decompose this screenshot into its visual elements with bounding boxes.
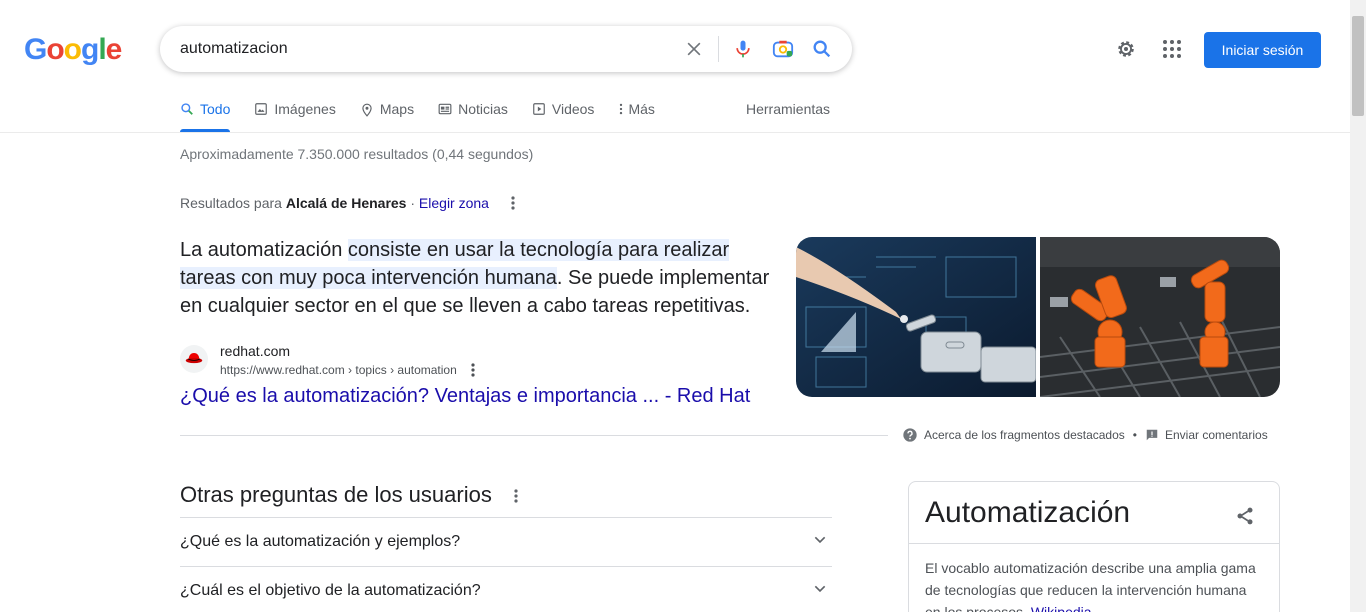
location-more-icon[interactable] xyxy=(506,194,520,212)
paa-question-text: ¿Cuál es el objetivo de la automatizació… xyxy=(180,582,481,599)
clear-icon[interactable] xyxy=(682,37,706,61)
microphone-icon[interactable] xyxy=(731,37,755,61)
tools-button[interactable]: Herramientas xyxy=(746,101,830,117)
snippet-text: La automatización xyxy=(180,239,348,261)
paa-more-icon[interactable] xyxy=(509,487,523,505)
send-feedback-link[interactable]: Enviar comentarios xyxy=(1145,428,1268,442)
help-icon xyxy=(903,428,917,442)
paa-question[interactable]: ¿Cuál es el objetivo de la automatizació… xyxy=(180,566,832,612)
paa-question[interactable]: ¿Qué es la automatización y ejemplos? xyxy=(180,517,832,566)
chevron-down-icon xyxy=(814,585,826,593)
tab-label: Noticias xyxy=(458,101,508,117)
logo-letter: G xyxy=(24,33,47,66)
knowledge-panel: Automatización El vocablo automatización… xyxy=(908,481,1280,612)
knowledge-panel-divider xyxy=(909,543,1279,544)
image-icon xyxy=(255,103,268,115)
chevron-down-icon xyxy=(814,536,826,544)
tab-label: Todo xyxy=(200,101,231,117)
location-prefix: Resultados para xyxy=(180,195,286,211)
feedback-icon xyxy=(1146,429,1158,441)
snippet-divider xyxy=(180,435,888,436)
feedback-label: Enviar comentarios xyxy=(1164,428,1268,442)
result-title-link[interactable]: ¿Qué es la automatización? Ventajas e im… xyxy=(180,385,750,408)
logo-letter: l xyxy=(98,33,106,66)
meta-bullet: • xyxy=(1132,428,1137,442)
paa-question-text: ¿Qué es la automatización y ejemplos? xyxy=(180,533,461,550)
location-place: Alcalá de Henares xyxy=(285,195,407,211)
result-stats: Aproximadamente 7.350.000 resultados (0,… xyxy=(180,146,534,162)
logo-letter: o xyxy=(63,33,82,66)
tab-more[interactable]: Más xyxy=(618,98,655,132)
logo-letter: o xyxy=(46,33,64,66)
logo-letter: g xyxy=(81,33,99,66)
tab-label: Maps xyxy=(379,101,415,117)
featured-snippet-text: La automatización consiste en usar la te… xyxy=(180,236,785,320)
camera-lens-icon[interactable] xyxy=(771,37,795,61)
location-line: Resultados para Alcalá de Henares · Eleg… xyxy=(180,195,489,211)
location-separator: · xyxy=(406,195,419,211)
about-featured-label: Acerca de los fragmentos destacados xyxy=(924,428,1125,442)
header-divider xyxy=(0,132,1350,133)
tab-videos[interactable]: Videos xyxy=(532,98,595,132)
google-logo[interactable]: Google xyxy=(24,33,123,67)
settings-gear-icon[interactable] xyxy=(1114,37,1138,61)
source-site-name[interactable]: redhat.com xyxy=(220,343,290,359)
scrollbar-thumb[interactable] xyxy=(1352,16,1364,116)
redhat-favicon-icon[interactable] xyxy=(180,345,208,373)
tab-images[interactable]: Imágenes xyxy=(254,98,336,132)
people-also-ask-title: Otras preguntas de los usuarios xyxy=(180,482,492,507)
knowledge-panel-description: El vocablo automatización describe una a… xyxy=(925,557,1265,612)
more-vert-icon xyxy=(620,103,623,115)
featured-image-robot-arms[interactable] xyxy=(1040,237,1280,397)
wikipedia-link[interactable]: Wikipedia xyxy=(1031,604,1092,612)
tab-label: Imágenes xyxy=(274,101,336,117)
tab-label: Más xyxy=(628,101,655,117)
knowledge-panel-title: Automatización xyxy=(925,496,1131,529)
about-featured-snippets-link[interactable]: Acerca de los fragmentos destacados xyxy=(902,427,1125,443)
search-tabs: Todo Imágenes Maps Noticias Videos Más xyxy=(180,98,679,132)
apps-grid-icon[interactable] xyxy=(1160,37,1184,61)
choose-area-link[interactable]: Elegir zona xyxy=(419,195,489,211)
map-pin-icon xyxy=(362,103,372,117)
search-icon xyxy=(181,103,193,115)
source-url[interactable]: https://www.redhat.com › topics › automa… xyxy=(220,363,457,377)
search-box xyxy=(160,26,852,72)
search-icon[interactable] xyxy=(810,37,834,61)
tab-news[interactable]: Noticias xyxy=(438,98,508,132)
share-icon[interactable] xyxy=(1233,504,1257,528)
tab-all[interactable]: Todo xyxy=(180,98,231,132)
video-icon xyxy=(533,103,545,115)
logo-letter: e xyxy=(105,33,123,66)
featured-image-robot-hand[interactable] xyxy=(796,237,1036,397)
tab-label: Videos xyxy=(551,101,595,117)
search-divider xyxy=(718,36,719,62)
signin-button[interactable]: Iniciar sesión xyxy=(1204,32,1321,68)
tab-maps[interactable]: Maps xyxy=(360,98,414,132)
source-more-icon[interactable] xyxy=(466,362,480,378)
snippet-meta: Acerca de los fragmentos destacados • En… xyxy=(902,427,1268,443)
news-icon xyxy=(438,103,452,115)
search-input[interactable] xyxy=(180,26,660,72)
